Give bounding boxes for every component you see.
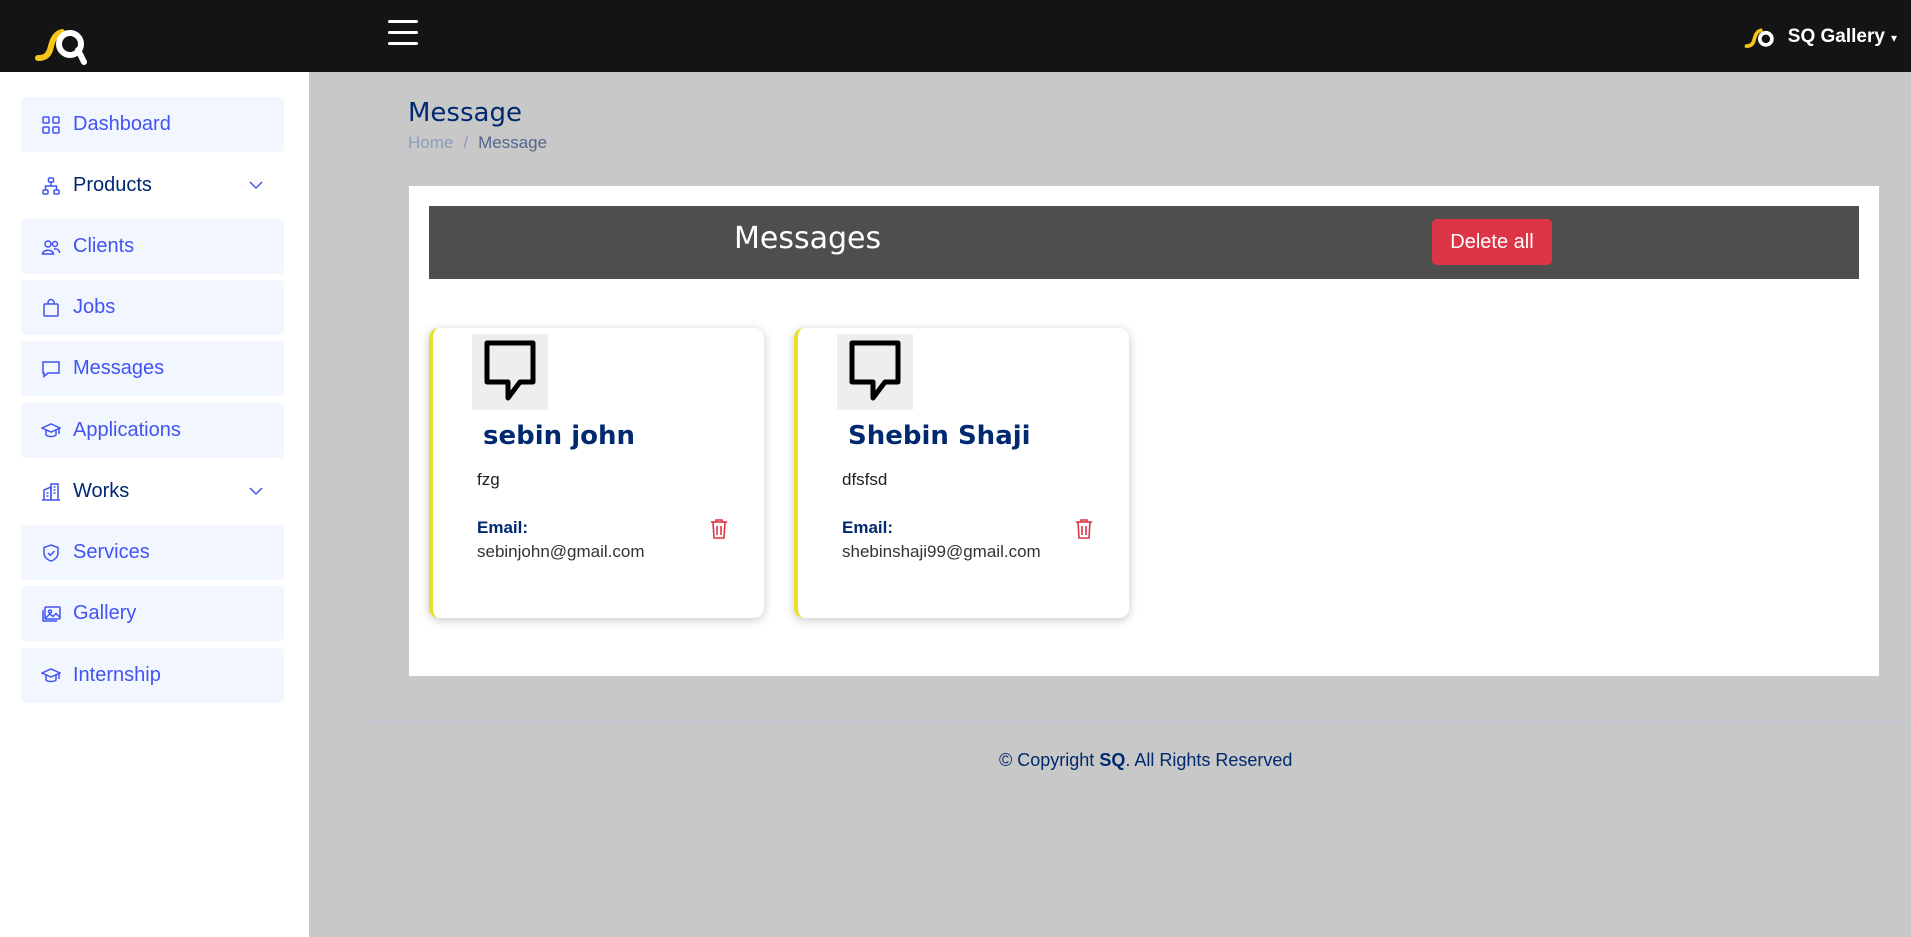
breadcrumb-separator: /	[463, 133, 469, 152]
speech-bubble-icon	[837, 334, 913, 410]
sidebar-item-internship[interactable]: Internship	[21, 648, 284, 703]
message-card: Shebin Shaji dfsfsd Email: shebinshaji99…	[794, 328, 1129, 618]
sidebar-item-gallery[interactable]: Gallery	[21, 586, 284, 641]
sidebar-item-label: Products	[73, 174, 152, 196]
grid-icon	[41, 115, 61, 135]
top-navbar: SQ Gallery ▾	[0, 0, 1911, 72]
buildings-icon	[41, 482, 61, 502]
sq-logo[interactable]	[34, 20, 90, 66]
mortarboard-icon	[41, 421, 61, 441]
chevron-down-icon: ▾	[1890, 31, 1897, 45]
sender-name: Shebin Shaji	[848, 421, 1031, 451]
mortarboard-icon	[41, 666, 61, 686]
messages-header: Messages Delete all	[429, 206, 1859, 279]
sidebar-item-dashboard[interactable]: Dashboard	[21, 97, 284, 152]
sidebar-item-works[interactable]: Works	[21, 464, 284, 519]
diagram-icon	[41, 176, 61, 196]
people-icon	[41, 237, 61, 257]
sidebar-item-label: Applications	[73, 419, 181, 441]
bag-icon	[41, 298, 61, 318]
footer-brand: SQ	[1099, 750, 1126, 770]
chat-icon	[41, 359, 61, 379]
sidebar-item-clients[interactable]: Clients	[21, 219, 284, 274]
footer-prefix: © Copyright	[999, 750, 1100, 770]
trash-icon[interactable]	[709, 518, 729, 540]
profile-avatar	[1744, 28, 1774, 48]
sidebar-item-label: Works	[73, 480, 130, 502]
chevron-down-icon	[249, 181, 263, 190]
breadcrumb-home-link[interactable]: Home	[408, 133, 453, 153]
email-label: Email:	[477, 518, 529, 537]
trash-icon[interactable]	[1074, 518, 1094, 540]
footer-suffix: . All Rights Reserved	[1125, 750, 1293, 770]
sidebar-item-products[interactable]: Products	[21, 158, 284, 213]
profile-dropdown[interactable]: SQ Gallery ▾	[1744, 22, 1897, 52]
sidebar-item-label: Gallery	[73, 602, 137, 624]
sidebar-item-services[interactable]: Services	[21, 525, 284, 580]
profile-name: SQ Gallery	[1787, 26, 1885, 47]
sidebar-item-jobs[interactable]: Jobs	[21, 280, 284, 335]
sidebar-item-label: Internship	[73, 664, 161, 686]
menu-toggle-icon[interactable]	[388, 20, 418, 48]
images-icon	[41, 604, 61, 624]
sidebar-item-label: Jobs	[73, 296, 116, 318]
page-title: Message	[408, 98, 522, 128]
breadcrumb: Home / Message	[408, 133, 547, 153]
sidebar-item-label: Dashboard	[73, 113, 171, 135]
message-text: fzg	[477, 470, 500, 489]
email-label: Email:	[842, 518, 894, 537]
chevron-down-icon	[249, 487, 263, 496]
sender-email: shebinshaji99@gmail.com	[842, 542, 1041, 561]
messages-header-title: Messages	[734, 221, 882, 256]
message-text: dfsfsd	[842, 470, 888, 489]
delete-all-button[interactable]: Delete all	[1432, 219, 1552, 265]
sender-email: sebinjohn@gmail.com	[477, 542, 645, 561]
sidebar-item-applications[interactable]: Applications	[21, 403, 284, 458]
sender-name: sebin john	[483, 421, 635, 451]
sidebar-item-label: Clients	[73, 235, 135, 257]
sidebar-item-label: Messages	[73, 357, 165, 379]
sidebar: Dashboard Products Clients Jobs Messages…	[0, 72, 309, 937]
messages-panel: Messages Delete all sebin john fzg Email…	[409, 186, 1879, 676]
breadcrumb-current: Message	[478, 133, 548, 152]
sidebar-item-messages[interactable]: Messages	[21, 341, 284, 396]
sidebar-item-label: Services	[73, 541, 150, 563]
speech-bubble-icon	[472, 334, 548, 410]
footer-copyright: © Copyright SQ. All Rights Reserved	[999, 750, 1292, 771]
message-card: sebin john fzg Email: sebinjohn@gmail.co…	[429, 328, 764, 618]
footer-divider	[370, 721, 1911, 722]
shield-check-icon	[41, 543, 61, 563]
